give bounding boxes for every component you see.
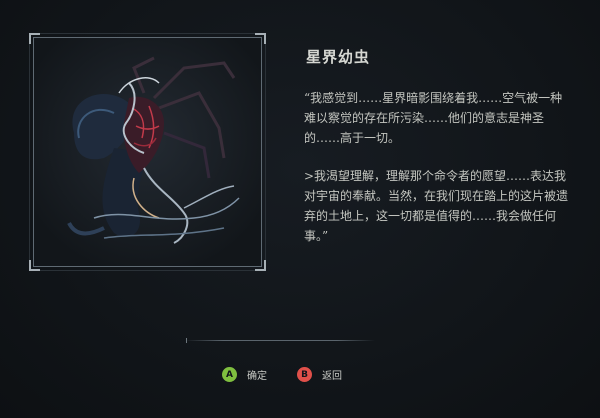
confirm-prompt[interactable]: A 确定	[222, 367, 267, 382]
entry-title: 星界幼虫	[306, 48, 371, 66]
back-prompt[interactable]: B 返回	[297, 367, 342, 382]
lore-paragraph: >我渴望理解，理解那个命令者的愿望……表达我对宇宙的奉献。当然，在我们现在踏上的…	[304, 169, 569, 243]
lore-paragraph: “我感觉到……星界暗影围绕着我……空气被一种难以察觉的存在所污染……他们的意志是…	[304, 91, 563, 145]
confirm-label: 确定	[247, 371, 267, 382]
b-button-icon: B	[297, 367, 312, 382]
entry-description: “我感觉到……星界暗影围绕着我……空气被一种难以察觉的存在所污染……他们的意志是…	[304, 88, 574, 264]
a-button-icon: A	[222, 367, 237, 382]
footer-divider	[185, 340, 375, 341]
creature-portrait-frame	[29, 33, 266, 271]
back-label: 返回	[322, 371, 342, 382]
astral-larva-portrait-icon	[34, 38, 261, 266]
divider-ornament	[186, 338, 193, 343]
